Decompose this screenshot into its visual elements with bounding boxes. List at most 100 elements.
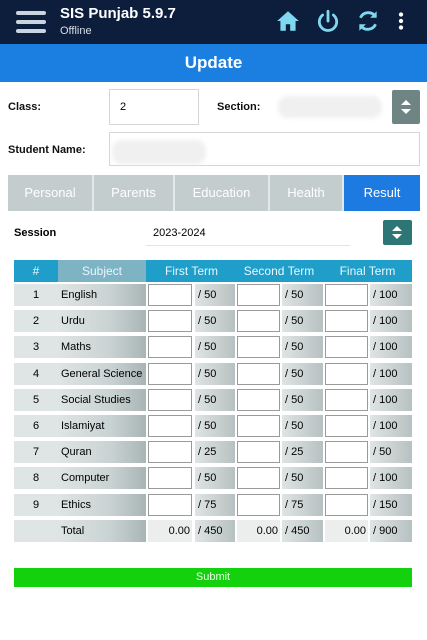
first-term-max: / 25 xyxy=(195,441,235,464)
refresh-icon[interactable] xyxy=(355,8,381,34)
first-term-marks-input[interactable] xyxy=(148,388,192,411)
final-term-max: / 100 xyxy=(370,310,412,333)
more-vert-icon[interactable] xyxy=(388,8,414,34)
tab-result[interactable]: Result xyxy=(344,175,420,211)
final-term-max: / 100 xyxy=(370,362,412,385)
first-term-max: / 50 xyxy=(195,414,235,437)
table-row: 6 Islamiyat / 50 / 50 / 100 xyxy=(14,413,412,439)
final-term-marks-input[interactable] xyxy=(325,284,368,306)
final-term-marks-input[interactable] xyxy=(325,493,368,516)
second-term-marks-input[interactable] xyxy=(237,493,280,516)
connection-status: Offline xyxy=(60,25,92,37)
first-term-marks-input[interactable] xyxy=(148,467,192,490)
second-term-marks-input[interactable] xyxy=(237,336,280,359)
app-title: SIS Punjab 5.9.7 xyxy=(60,5,176,22)
subject-name: Ethics xyxy=(58,493,146,516)
class-input[interactable]: 2 xyxy=(109,89,199,125)
final-term-max: / 50 xyxy=(370,441,412,464)
second-term-marks-input[interactable] xyxy=(237,467,280,490)
first-term-marks-input[interactable] xyxy=(148,362,192,385)
final-term-max: / 100 xyxy=(370,336,412,359)
second-term-marks-input[interactable] xyxy=(237,284,280,306)
table-row: 2 Urdu / 50 / 50 / 100 xyxy=(14,308,412,334)
session-select[interactable]: 2023-2024 xyxy=(153,227,206,239)
col-header-subject: Subject xyxy=(81,264,123,278)
dropdown-icon[interactable] xyxy=(392,90,420,124)
second-term-max: / 50 xyxy=(282,467,323,490)
row-number: 4 xyxy=(14,362,58,385)
table-body: 1 English/ 50/ 50/ 100 2 Urdu/ 50/ 50/ 100 3… xyxy=(14,282,412,518)
student-name-label: Student Name: xyxy=(8,144,86,156)
first-term-max-total: / 450 xyxy=(195,519,235,542)
tab-personal[interactable]: Personal xyxy=(8,175,94,211)
subject-name: Urdu xyxy=(58,310,146,333)
tab-bar: Personal Parents Education Health Result xyxy=(8,175,420,211)
subject-name: Islamiyat xyxy=(58,414,146,437)
first-term-max: / 50 xyxy=(195,284,235,306)
power-icon[interactable] xyxy=(315,8,341,34)
final-term-marks-input[interactable] xyxy=(325,388,368,411)
table-row: 3 Maths / 50 / 50 / 100 xyxy=(14,334,412,360)
page-title: Update xyxy=(0,44,427,82)
tab-parents[interactable]: Parents xyxy=(94,175,175,211)
table-row: 5 Social Studies / 50 / 50 / 100 xyxy=(14,387,412,413)
row-number: 3 xyxy=(14,336,58,359)
col-header-num: # xyxy=(32,264,40,278)
table-row: 1 English / 50 / 50 / 100 xyxy=(14,282,412,308)
second-term-max: / 50 xyxy=(282,388,323,411)
tab-health[interactable]: Health xyxy=(270,175,344,211)
submit-button[interactable]: Submit xyxy=(14,568,412,587)
second-term-marks-input[interactable] xyxy=(237,414,280,437)
subject-name: Computer xyxy=(58,467,146,490)
final-term-max: / 100 xyxy=(370,388,412,411)
section-select[interactable] xyxy=(278,96,382,118)
second-term-max: / 50 xyxy=(282,310,323,333)
first-term-marks-input[interactable] xyxy=(148,310,192,333)
final-term-max: / 100 xyxy=(370,414,412,437)
final-term-marks-input[interactable] xyxy=(325,467,368,490)
second-term-marks-input[interactable] xyxy=(237,388,280,411)
final-term-marks-input[interactable] xyxy=(325,362,368,385)
second-term-marks-input[interactable] xyxy=(237,310,280,333)
final-term-marks-input[interactable] xyxy=(325,414,368,437)
first-term-max: / 75 xyxy=(195,493,235,516)
row-number: 8 xyxy=(14,467,58,490)
first-term-marks-input[interactable] xyxy=(148,414,192,437)
home-icon[interactable] xyxy=(275,8,301,34)
menu-icon[interactable] xyxy=(16,11,46,33)
app-bar: SIS Punjab 5.9.7 Offline xyxy=(0,0,427,44)
subject-name: English xyxy=(58,284,146,306)
col-header-first-term: First Term xyxy=(164,264,219,278)
table-row: 8 Computer / 50 / 50 / 100 xyxy=(14,465,412,491)
first-term-marks-input[interactable] xyxy=(148,336,192,359)
row-number: 1 xyxy=(14,284,58,306)
second-term-max-total: / 450 xyxy=(282,519,323,542)
second-term-marks-input[interactable] xyxy=(237,362,280,385)
session-dropdown-icon[interactable] xyxy=(383,220,412,245)
second-term-marks-input[interactable] xyxy=(237,441,280,464)
row-number: 6 xyxy=(14,414,58,437)
first-term-marks-input[interactable] xyxy=(148,284,192,306)
second-term-max: / 75 xyxy=(282,493,323,516)
first-term-marks-input[interactable] xyxy=(148,493,192,516)
first-term-marks-input[interactable] xyxy=(148,441,192,464)
total-row: Total 0.00 / 450 0.00 / 450 0.00 / 900 xyxy=(14,518,412,544)
subject-name: Quran xyxy=(58,441,146,464)
first-term-max: / 50 xyxy=(195,336,235,359)
final-term-marks-input[interactable] xyxy=(325,441,368,464)
row-number: 5 xyxy=(14,388,58,411)
divider xyxy=(146,245,350,246)
total-label: Total xyxy=(58,519,146,542)
subject-name: General Science xyxy=(58,362,146,385)
first-term-max: / 50 xyxy=(195,310,235,333)
row-number: 2 xyxy=(14,310,58,333)
final-term-marks-input[interactable] xyxy=(325,336,368,359)
first-term-max: / 50 xyxy=(195,467,235,490)
tab-education[interactable]: Education xyxy=(175,175,270,211)
final-term-marks-input[interactable] xyxy=(325,310,368,333)
subject-name: Maths xyxy=(58,336,146,359)
second-term-max: / 50 xyxy=(282,336,323,359)
session-label: Session xyxy=(14,227,57,239)
table-header: # Subject First Term Second Term Final T… xyxy=(14,260,412,282)
final-term-max: / 150 xyxy=(370,493,412,516)
